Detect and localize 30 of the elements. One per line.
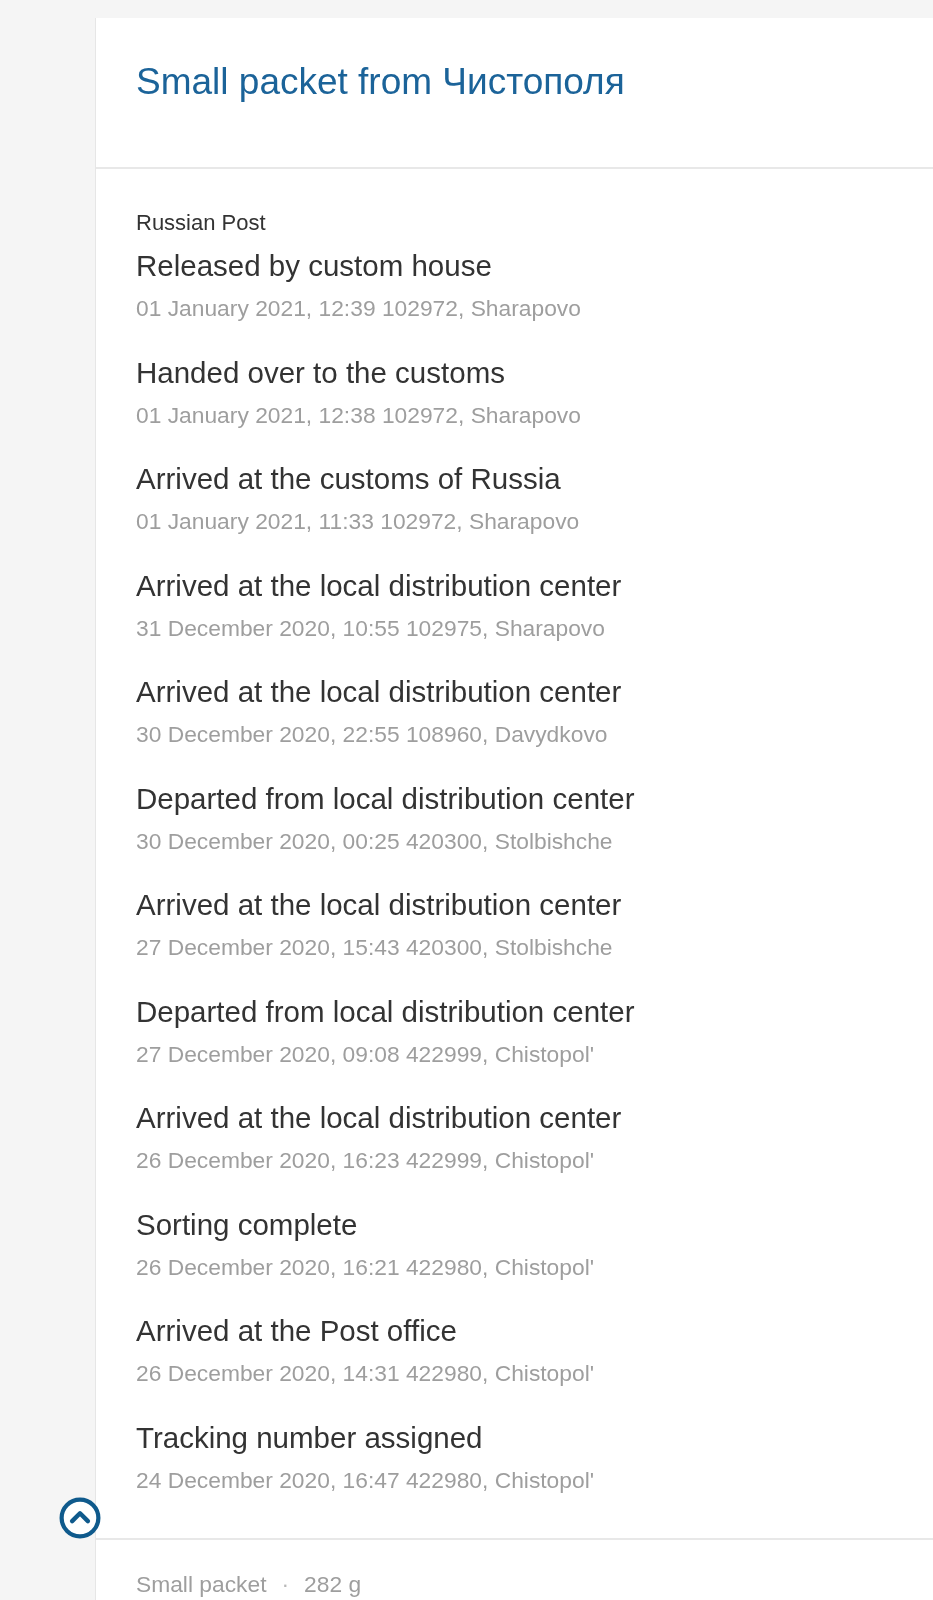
- event-status: Arrived at the Post office: [136, 1313, 458, 1349]
- event-status: Released by custom house: [136, 248, 493, 284]
- event-status: Departed from local distribution center: [136, 780, 636, 817]
- event-details: 26 December 2020, 16:23 422999, Chistopol': [136, 1146, 596, 1175]
- event-status: Arrived at the local distribution center: [136, 567, 623, 604]
- event-status: Handed over to the customs: [136, 354, 506, 391]
- event-details: 30 December 2020, 00:25 420300, Stolbishche: [136, 826, 614, 856]
- event-details: 01 January 2021, 11:33 102972, Sharapovo: [136, 507, 581, 536]
- event-status: Departed from local distribution center: [136, 993, 636, 1030]
- parcel-weight: 282 g: [304, 1569, 362, 1599]
- event-status: Sorting complete: [136, 1206, 359, 1243]
- event-status: Arrived at the local distribution center: [136, 674, 623, 710]
- event-details: 01 January 2021, 12:39 102972, Sharapovo: [136, 294, 582, 323]
- event-status: Arrived at the customs of Russia: [136, 461, 562, 497]
- event-details: 26 December 2020, 16:21 422980, Chistopol': [136, 1252, 596, 1282]
- event-details: 26 December 2020, 14:31 422980, Chistopol': [136, 1359, 596, 1388]
- event-status: Arrived at the local distribution center: [136, 887, 623, 923]
- event-details: 27 December 2020, 09:08 422999, Chistopol': [136, 1039, 596, 1069]
- event-details: 30 December 2020, 22:55 108960, Davydkovo: [136, 720, 609, 749]
- chevron-up-circle-icon[interactable]: [59, 1497, 101, 1539]
- event-status: Tracking number assigned: [136, 1419, 484, 1456]
- separator-dot: ·: [281, 1569, 290, 1599]
- event-details: 24 December 2020, 16:47 422980, Chistopol': [136, 1465, 596, 1495]
- parcel-type: Small packet: [136, 1569, 267, 1599]
- event-status: Arrived at the local distribution center: [136, 1100, 623, 1136]
- parcel-title: Small packet from Чистополя: [136, 60, 626, 104]
- event-details: 01 January 2021, 12:38 102972, Sharapovo: [136, 400, 582, 430]
- event-details: 31 December 2020, 10:55 102975, Sharapovo: [136, 613, 606, 643]
- carrier-name: Russian Post: [136, 209, 267, 237]
- event-details: 27 December 2020, 15:43 420300, Stolbishche: [136, 933, 614, 962]
